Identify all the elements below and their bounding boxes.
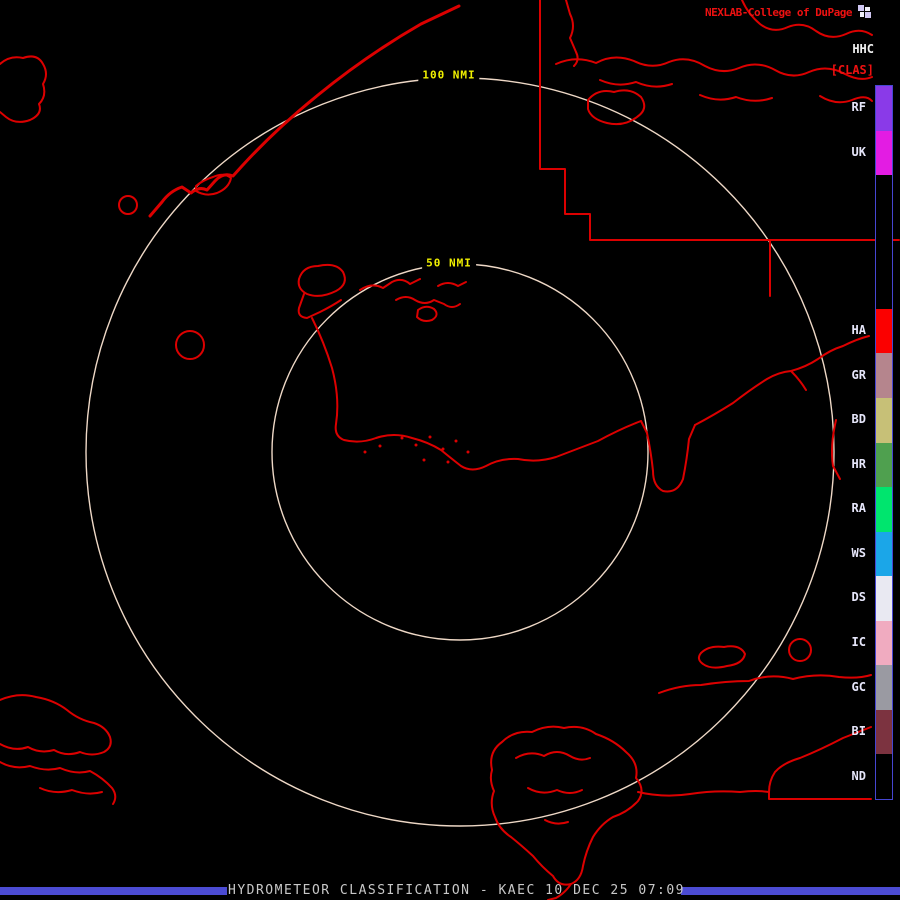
- coastline-southwest-3: [39, 787, 103, 795]
- radar-map: [0, 0, 900, 900]
- coastline-southeast: [658, 674, 872, 694]
- footer-bar-left: [0, 887, 227, 895]
- legend-label-ws: WS: [851, 545, 866, 560]
- legend-label-nd: ND: [851, 768, 866, 783]
- legend-label-ds: DS: [851, 590, 866, 605]
- ring-label-50nmi: 50 NMI: [422, 255, 476, 271]
- legend-segment-ha: [876, 308, 892, 354]
- legend-segment-hr: [876, 442, 892, 488]
- ring-label-100nmi: 100 NMI: [418, 67, 480, 83]
- coastline-peninsula: [640, 420, 696, 493]
- legend-segment-gr: [876, 353, 892, 398]
- legend-segment-gc: [876, 665, 892, 710]
- legend-label-bd: BD: [851, 412, 866, 427]
- legend-segment-uk: [876, 130, 892, 176]
- legend-label-bi: BI: [851, 724, 866, 739]
- coastline-northeast: [694, 335, 870, 426]
- legend-label-gc: GC: [851, 679, 866, 694]
- brand-text: NEXLAB-College of DuPage: [705, 6, 852, 19]
- legend-bar: [875, 85, 893, 800]
- island-topleft: [0, 55, 47, 123]
- legend-label-hr: HR: [851, 456, 866, 471]
- legend-label-ha: HA: [851, 323, 866, 338]
- radar-display: 100 NMI 50 NMI NEXLAB-College of DuPage …: [0, 0, 900, 900]
- island-south-detail-1: [515, 751, 591, 761]
- legend-segment-nd: [876, 754, 892, 799]
- map-outlines: [0, 0, 900, 900]
- island-topright: [587, 89, 646, 126]
- coast-topright-vert: [565, 0, 579, 67]
- lake-southeast: [697, 645, 746, 669]
- legend-segment-ic: [876, 620, 892, 666]
- legend-label-uk: UK: [851, 144, 866, 159]
- legend-label-rf: RF: [851, 100, 866, 115]
- range-ring-50nmi: [271, 263, 649, 641]
- coast-squiggle-1: [359, 278, 421, 291]
- island-central: [297, 263, 346, 297]
- coast-connector-southeast: [637, 790, 770, 797]
- island-ring-3: [788, 638, 812, 662]
- island-south-detail-2: [527, 787, 583, 794]
- coast-branch-east: [790, 370, 807, 391]
- island-south-detail-3: [544, 819, 569, 825]
- legend-segment-empty-2: [876, 175, 892, 220]
- coastline-topright-2: [599, 79, 673, 88]
- legend-segment-bd: [876, 397, 892, 443]
- boundary-staircase: [539, 0, 900, 241]
- coast-squiggle-2: [395, 296, 461, 308]
- legend-segment-empty-3: [876, 219, 892, 265]
- legend-segment-bi: [876, 709, 892, 755]
- legend-label-gr: GR: [851, 367, 866, 382]
- island-south-outline: [489, 725, 643, 886]
- coastline-topright-main: [555, 56, 873, 80]
- cod-logo-icon: [858, 5, 871, 18]
- classification-tag: [CLAS]: [830, 63, 874, 77]
- product-code: HHC: [852, 42, 874, 56]
- coastline-southwest-2: [0, 761, 117, 805]
- legend-segment-rf: [876, 86, 892, 131]
- legend-label-ra: RA: [851, 501, 866, 516]
- footer-title: HYDROMETEOR CLASSIFICATION - KAEC 10 DEC…: [228, 883, 686, 898]
- coast-squiggle-3: [437, 281, 467, 287]
- legend-segment-ws: [876, 531, 892, 577]
- legend-segment-ds: [876, 576, 892, 621]
- coastline-main-south: [311, 317, 642, 471]
- island-ring-1: [118, 195, 138, 215]
- footer-bar-right: [681, 887, 900, 895]
- coastline-southwest-1: [0, 694, 112, 756]
- legend-segment-empty-4: [876, 264, 892, 309]
- legend-label-ic: IC: [851, 635, 866, 650]
- legend-segment-ra: [876, 487, 892, 532]
- islet-central: [416, 305, 438, 322]
- coastline-topright-4: [699, 94, 773, 102]
- coast-connector: [297, 293, 342, 319]
- island-ring-2: [175, 330, 205, 360]
